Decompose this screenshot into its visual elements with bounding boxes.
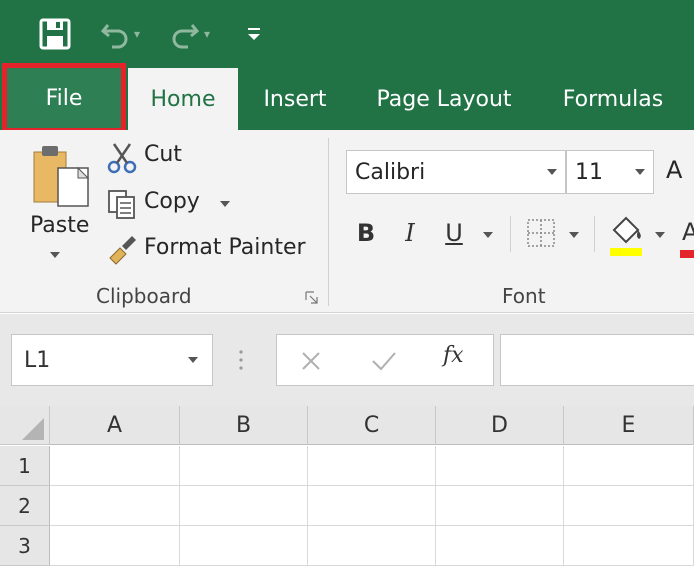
borders-button[interactable] xyxy=(524,216,558,250)
redo-button[interactable]: ▾ xyxy=(170,14,210,54)
cell-b1[interactable] xyxy=(180,446,308,486)
cell-d1[interactable] xyxy=(436,446,564,486)
undo-dropdown-icon[interactable]: ▾ xyxy=(134,27,140,41)
cell-e3[interactable] xyxy=(564,526,694,566)
underline-dropdown-icon[interactable] xyxy=(483,232,493,238)
font-color-swatch xyxy=(680,250,694,258)
italic-button[interactable]: I xyxy=(390,210,430,256)
ribbon-home: Paste Cut Copy Format Painter Clipboard … xyxy=(0,130,694,313)
borders-icon xyxy=(527,219,555,247)
borders-dropdown-icon[interactable] xyxy=(569,232,579,238)
insert-function-button[interactable]: fx xyxy=(443,343,464,368)
cell-c2[interactable] xyxy=(308,486,436,526)
column-header-e[interactable]: E xyxy=(564,406,694,445)
copy-dropdown-icon[interactable] xyxy=(220,201,230,207)
cell-a3[interactable] xyxy=(50,526,180,566)
customize-qat-button[interactable] xyxy=(246,14,262,54)
increase-font-size-button[interactable]: A xyxy=(666,156,682,184)
group-separator xyxy=(328,138,329,306)
font-family-select[interactable]: Calibri xyxy=(346,150,566,194)
fill-color-dropdown-icon[interactable] xyxy=(655,232,665,238)
cancel-icon xyxy=(302,352,320,370)
cell-a2[interactable] xyxy=(50,486,180,526)
cell-c1[interactable] xyxy=(308,446,436,486)
copy-icon xyxy=(108,190,135,219)
redo-icon xyxy=(172,24,200,49)
column-header-b[interactable]: B xyxy=(180,406,308,445)
paste-label[interactable]: Paste xyxy=(30,213,89,238)
bold-button[interactable]: B xyxy=(346,210,386,256)
clipboard-launcher-icon[interactable] xyxy=(305,290,319,304)
undo-icon xyxy=(100,24,128,49)
clipboard-group-label: Clipboard xyxy=(96,284,192,308)
tab-page-layout[interactable]: Page Layout xyxy=(362,68,526,130)
cell-d3[interactable] xyxy=(436,526,564,566)
cell-b3[interactable] xyxy=(180,526,308,566)
font-separator-2 xyxy=(594,216,595,252)
name-box[interactable]: L1 xyxy=(11,334,213,386)
row-header-1[interactable]: 1 xyxy=(0,446,50,486)
cell-b2[interactable] xyxy=(180,486,308,526)
font-color-letter-icon: A xyxy=(682,218,694,246)
cell-e1[interactable] xyxy=(564,446,694,486)
column-header-c[interactable]: C xyxy=(308,406,436,445)
font-size-dropdown-icon[interactable] xyxy=(635,169,645,175)
save-button[interactable] xyxy=(38,14,78,54)
font-family-value: Calibri xyxy=(355,159,426,185)
column-header-a[interactable]: A xyxy=(50,406,180,445)
paste-button[interactable] xyxy=(28,142,92,212)
font-group-label: Font xyxy=(502,284,546,308)
undo-button[interactable]: ▾ xyxy=(100,14,140,54)
formula-bar-resize-handle[interactable] xyxy=(238,348,244,372)
format-painter-label: Format Painter xyxy=(144,235,306,260)
column-header-d[interactable]: D xyxy=(436,406,564,445)
quick-access-toolbar: ▾ ▾ xyxy=(0,0,694,68)
paint-bucket-icon xyxy=(610,216,642,256)
font-color-button[interactable]: A xyxy=(680,212,694,258)
save-icon xyxy=(39,18,71,50)
font-size-select[interactable]: 11 xyxy=(566,150,654,194)
scissors-icon xyxy=(107,143,137,174)
font-separator xyxy=(510,216,511,252)
tab-file[interactable]: File xyxy=(2,63,126,133)
customize-qat-icon xyxy=(248,28,260,40)
formula-buttons: fx xyxy=(276,334,494,386)
tab-insert[interactable]: Insert xyxy=(250,68,340,130)
cell-e2[interactable] xyxy=(564,486,694,526)
cancel-button[interactable] xyxy=(297,347,325,375)
redo-dropdown-icon[interactable]: ▾ xyxy=(204,27,210,41)
row-header-2[interactable]: 2 xyxy=(0,486,50,526)
row-header-3[interactable]: 3 xyxy=(0,526,50,566)
cell-d2[interactable] xyxy=(436,486,564,526)
fill-color-button[interactable] xyxy=(608,212,648,258)
formula-input[interactable] xyxy=(500,334,694,386)
underline-button[interactable]: U xyxy=(434,210,474,256)
font-family-dropdown-icon[interactable] xyxy=(547,169,557,175)
select-all-button[interactable] xyxy=(0,406,50,445)
cut-button[interactable]: Cut xyxy=(106,140,296,176)
tab-home[interactable]: Home xyxy=(128,68,238,130)
worksheet-grid: A B C D E 1 2 3 xyxy=(0,406,694,566)
format-painter-icon xyxy=(109,236,136,265)
formula-bar-area: L1 fx xyxy=(0,314,694,406)
cell-c3[interactable] xyxy=(308,526,436,566)
copy-label: Copy xyxy=(144,189,200,214)
cell-a1[interactable] xyxy=(50,446,180,486)
enter-icon xyxy=(372,352,396,371)
format-painter-button[interactable]: Format Painter xyxy=(106,232,306,268)
paste-dropdown-icon[interactable] xyxy=(50,252,60,258)
name-box-dropdown-icon[interactable] xyxy=(188,357,198,363)
tab-formulas[interactable]: Formulas xyxy=(548,68,678,130)
enter-button[interactable] xyxy=(369,347,399,375)
name-box-value: L1 xyxy=(24,347,51,373)
cut-label: Cut xyxy=(144,142,182,167)
font-size-value: 11 xyxy=(575,159,603,185)
copy-button[interactable]: Copy xyxy=(106,186,296,222)
paste-icon xyxy=(33,146,90,207)
